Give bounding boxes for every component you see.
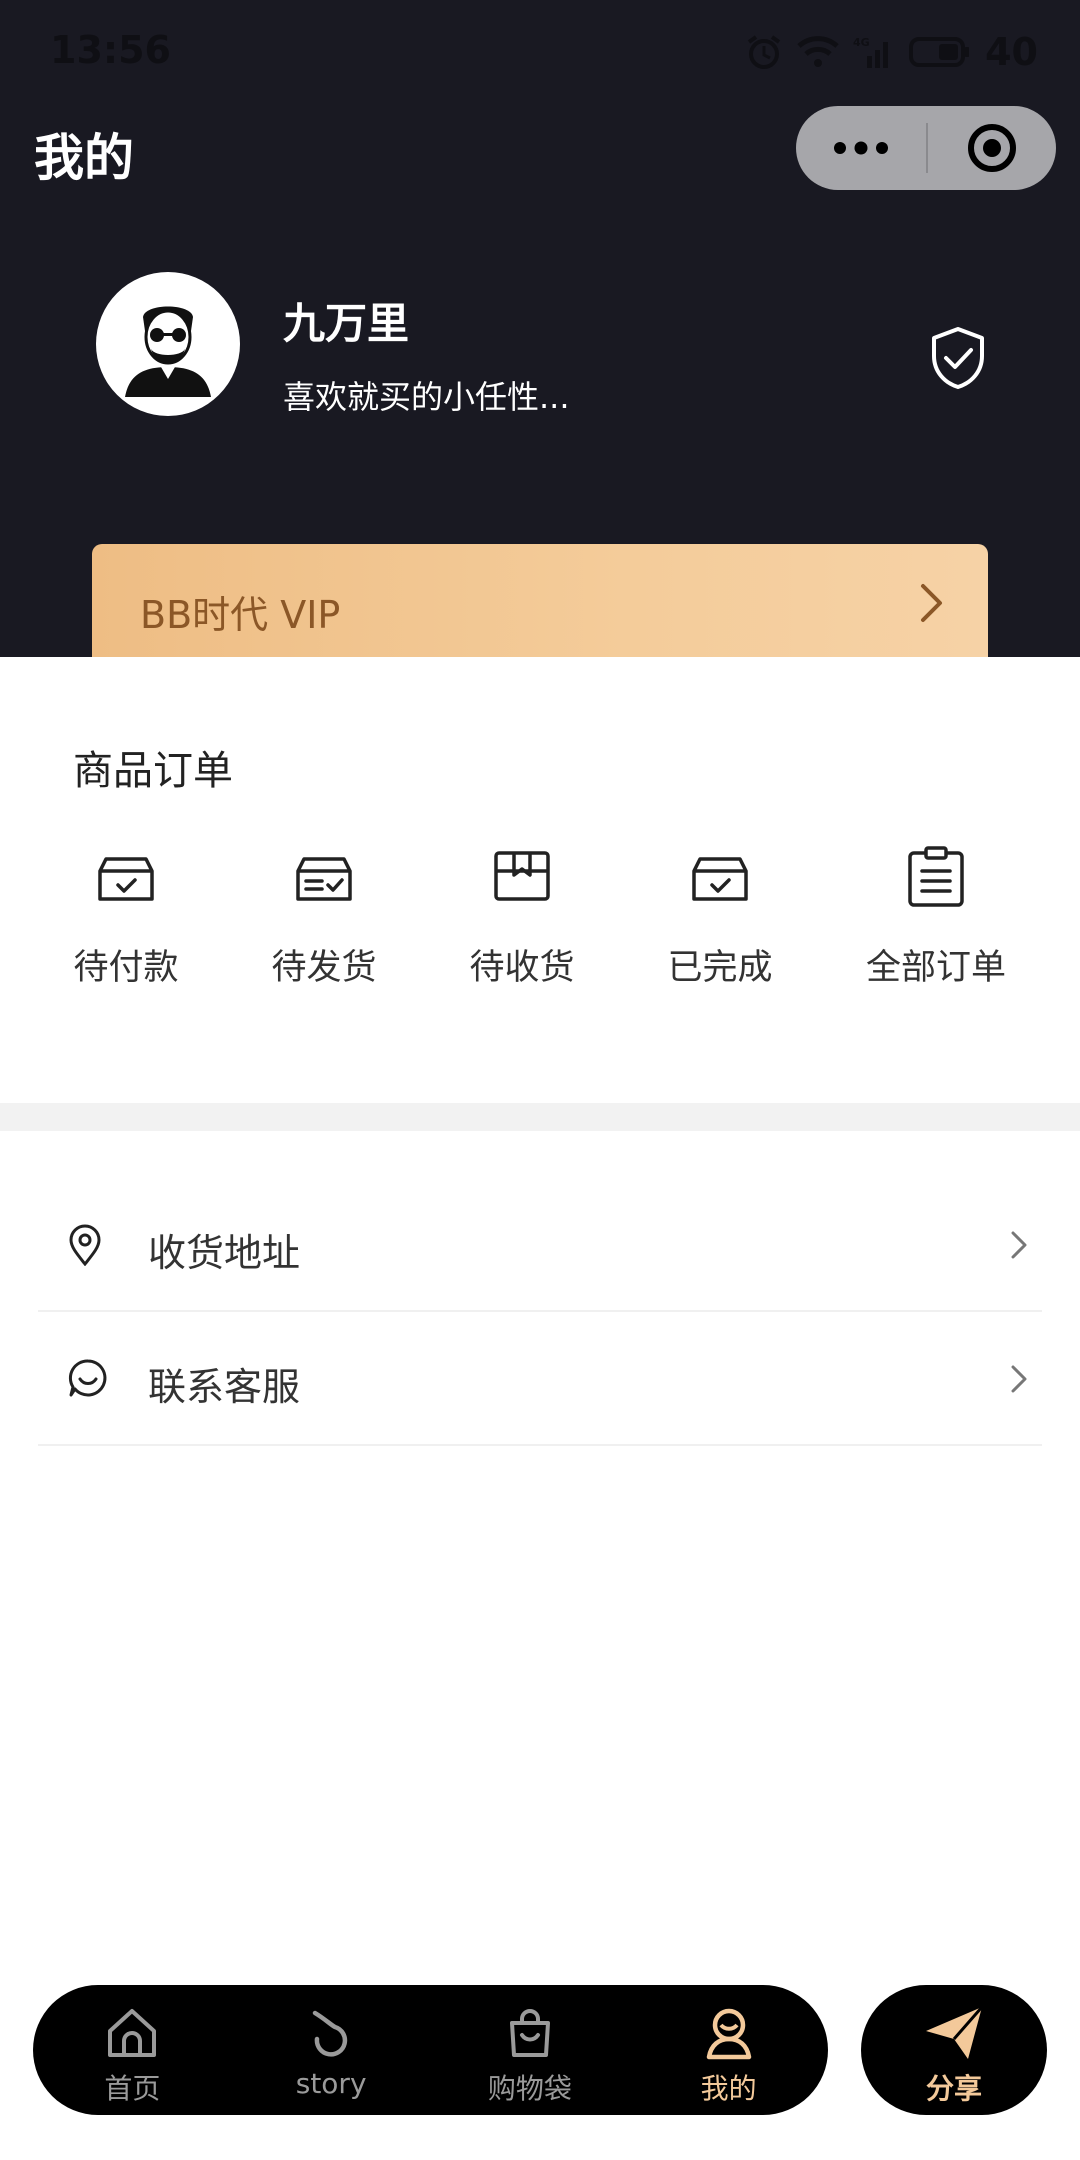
order-label: 待收货: [469, 948, 575, 988]
battery-icon: [909, 37, 970, 67]
package-open-icon: [494, 851, 550, 901]
wifi-icon: [797, 36, 839, 67]
user-bio: 喜欢就买的小任性...: [283, 378, 570, 416]
more-dots-icon: [834, 141, 888, 155]
user-name: 九万里: [283, 299, 410, 348]
avatar-portrait-icon: [125, 306, 211, 397]
paper-plane-icon: [926, 2006, 984, 2059]
order-completed[interactable]: 已完成: [640, 845, 800, 990]
miniprogram-capsule: [796, 106, 1056, 190]
order-pending-payment[interactable]: 待付款: [46, 845, 206, 990]
menu-item-label: 联系客服: [148, 1365, 301, 1409]
tab-home[interactable]: 首页: [33, 1985, 232, 2115]
page-title: 我的: [34, 129, 134, 187]
tab-profile[interactable]: 我的: [629, 1985, 828, 2115]
tab-story[interactable]: story: [232, 1985, 431, 2115]
orders-section-title: 商品订单: [73, 748, 233, 794]
box-list-icon: [296, 857, 352, 901]
tab-shopping-bag[interactable]: 购物袋: [431, 1985, 630, 2115]
chevron-right-icon: [1011, 1365, 1027, 1393]
avatar[interactable]: [96, 272, 240, 416]
order-label: 全部订单: [865, 948, 1006, 988]
smile-chat-icon: [68, 1359, 107, 1397]
box-check-icon: [692, 857, 748, 901]
bottom-tab-bar: 首页 story 购物袋 我的: [33, 1985, 828, 2115]
menu-item-address[interactable]: 收货地址: [38, 1178, 1042, 1312]
section-divider: [0, 1103, 1080, 1131]
menu-item-label: 收货地址: [148, 1231, 301, 1275]
alarm-icon: [747, 35, 781, 69]
order-pending-shipment[interactable]: 待发货: [244, 845, 404, 990]
chevron-right-icon: [1011, 1231, 1027, 1259]
svg-text:4G: 4G: [853, 36, 870, 49]
menu-item-customer-service[interactable]: 联系客服: [38, 1312, 1042, 1446]
status-time: 13:56: [50, 28, 171, 72]
box-check-icon: [98, 857, 154, 901]
close-miniprogram-button[interactable]: [928, 106, 1056, 190]
share-label: 分享: [925, 2072, 982, 2105]
tab-label: 购物袋: [487, 2072, 572, 2105]
home-icon: [108, 2009, 157, 2057]
tab-label: story: [295, 2067, 367, 2100]
more-button[interactable]: [796, 106, 926, 190]
share-button[interactable]: 分享: [861, 1985, 1047, 2115]
location-pin-icon: [69, 1224, 101, 1266]
vip-label: BB时代 VIP: [140, 593, 341, 637]
target-icon: [968, 124, 1016, 172]
order-all[interactable]: 全部订单: [856, 845, 1016, 990]
order-label: 待发货: [271, 948, 377, 988]
profile-header: 13:56 4G 40 我的 九万里 喜欢就买的小任性... BB时代 VIP: [0, 0, 1080, 657]
order-label: 已完成: [667, 948, 773, 988]
shopping-bag-icon: [509, 2009, 550, 2057]
status-icons: 4G 40: [745, 30, 1038, 74]
profile-icon: [706, 2008, 751, 2060]
verified-shield-icon[interactable]: [930, 326, 986, 394]
battery-level: 40: [985, 30, 1038, 74]
tab-label: 我的: [700, 2072, 757, 2105]
chevron-right-icon: [921, 584, 942, 622]
tab-label: 首页: [104, 2072, 161, 2105]
order-pending-receipt[interactable]: 待收货: [442, 845, 602, 990]
signal-icon: 4G: [853, 36, 889, 68]
status-bar: 13:56 4G 40: [0, 0, 1080, 110]
story-icon: [312, 2010, 348, 2057]
clipboard-list-icon: [908, 846, 964, 907]
vip-card[interactable]: BB时代 VIP: [92, 544, 988, 657]
order-label: 待付款: [73, 948, 179, 988]
